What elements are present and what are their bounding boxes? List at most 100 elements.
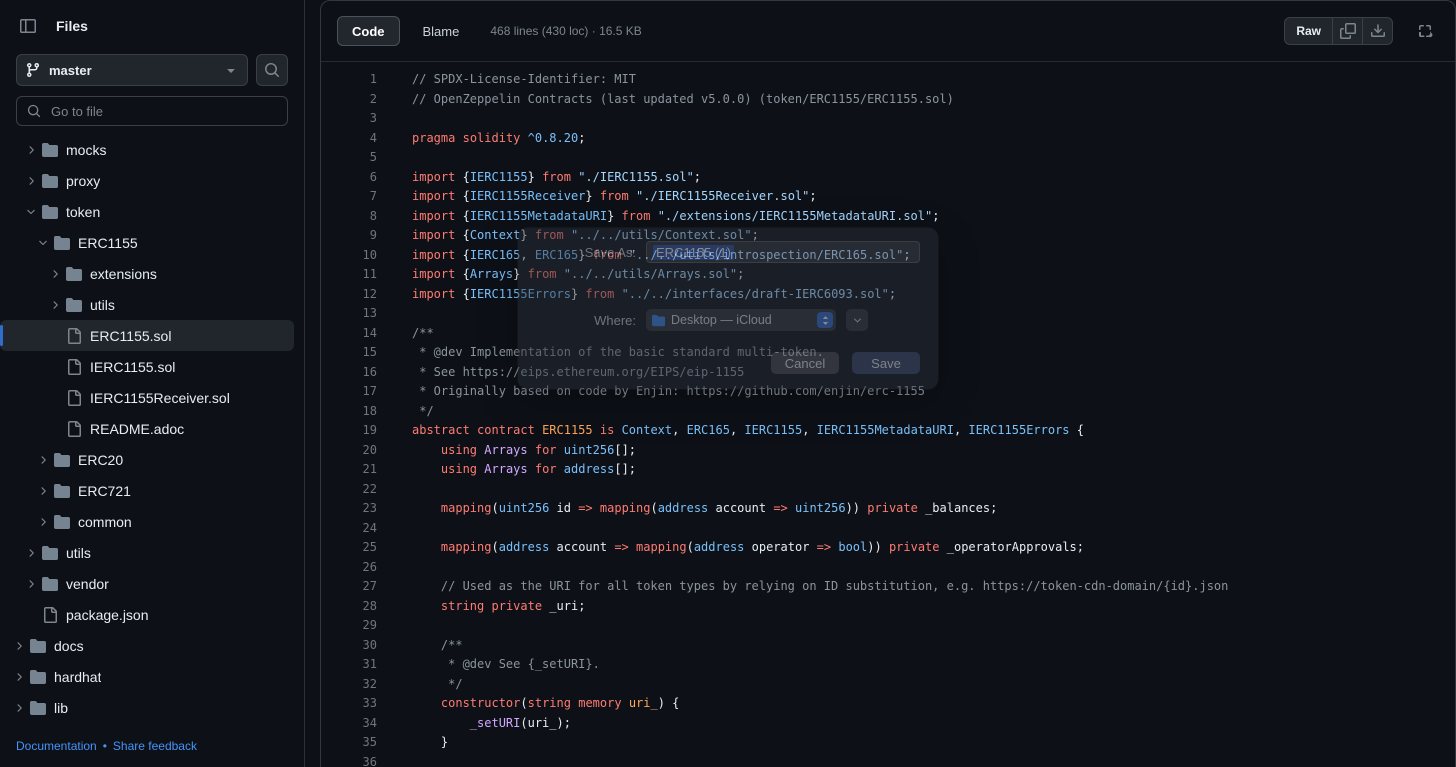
footer-separator: • <box>102 739 107 753</box>
line-number[interactable]: 5 <box>321 148 377 168</box>
tree-file-readme-adoc[interactable]: README.adoc <box>0 413 294 444</box>
where-row: Where: Desktop — iCloud <box>518 309 938 331</box>
line-number[interactable]: 10 <box>321 246 377 266</box>
line-number[interactable]: 21 <box>321 460 377 480</box>
line-content <box>377 480 412 500</box>
line-content <box>377 519 412 539</box>
line-number[interactable]: 3 <box>321 109 377 129</box>
tree-folder-hardhat[interactable]: hardhat <box>0 661 294 692</box>
copy-icon <box>1339 23 1356 39</box>
line-number[interactable]: 27 <box>321 577 377 597</box>
line-content: using Arrays for uint256[]; <box>440 442 637 457</box>
tree-folder-extensions[interactable]: extensions <box>0 258 294 289</box>
line-number[interactable]: 36 <box>321 753 377 767</box>
folder-icon <box>42 173 58 189</box>
tab-code[interactable]: Code <box>337 16 400 46</box>
folder-icon <box>42 576 58 592</box>
line-number[interactable]: 7 <box>321 187 377 207</box>
go-to-file-input[interactable] <box>49 102 277 120</box>
line-number[interactable]: 1 <box>321 70 377 90</box>
tree-file-package-json[interactable]: package.json <box>0 599 294 630</box>
line-number[interactable]: 19 <box>321 421 377 441</box>
line-number[interactable]: 23 <box>321 499 377 519</box>
tree-item-label: ERC1155 <box>78 234 138 251</box>
line-number[interactable]: 15 <box>321 343 377 363</box>
fullscreen-icon <box>1417 23 1433 39</box>
line-number[interactable]: 25 <box>321 538 377 558</box>
line-content: // Used as the URI for all token types b… <box>412 579 1229 593</box>
line-number[interactable]: 13 <box>321 304 377 324</box>
tree-folder-token[interactable]: token <box>0 196 294 227</box>
download-button[interactable] <box>1362 18 1392 44</box>
line-number[interactable]: 11 <box>321 265 377 285</box>
share-feedback-link[interactable]: Share feedback <box>113 739 197 753</box>
tab-blame[interactable]: Blame <box>408 16 475 46</box>
tree-folder-utils[interactable]: utils <box>0 289 294 320</box>
tree-folder-common[interactable]: common <box>0 506 294 537</box>
line-number[interactable]: 17 <box>321 382 377 402</box>
code-line: 26 <box>321 558 1455 578</box>
where-popup[interactable]: Desktop — iCloud <box>646 309 836 331</box>
branch-selector[interactable]: master <box>16 54 248 86</box>
cancel-button[interactable]: Cancel <box>771 352 839 374</box>
disclosure-button[interactable] <box>846 309 868 331</box>
line-number[interactable]: 2 <box>321 90 377 110</box>
tree-item-label: proxy <box>66 172 101 189</box>
line-number[interactable]: 30 <box>321 636 377 656</box>
code-line: 20 using Arrays for uint256[]; <box>321 441 1455 461</box>
code-line: 1 // SPDX-License-Identifier: MIT <box>321 70 1455 90</box>
line-number[interactable]: 26 <box>321 558 377 578</box>
line-number[interactable]: 12 <box>321 285 377 305</box>
documentation-link[interactable]: Documentation <box>16 739 97 753</box>
code-line: 4 pragma solidity ^0.8.20; <box>321 129 1455 149</box>
line-content <box>377 109 412 129</box>
filename-field[interactable]: ERC1155 (1) <box>646 241 920 263</box>
line-number[interactable]: 22 <box>321 480 377 500</box>
fullscreen-button[interactable] <box>1411 17 1439 45</box>
tree-folder-mocks[interactable]: mocks <box>0 134 294 165</box>
line-number[interactable]: 8 <box>321 207 377 227</box>
raw-button[interactable]: Raw <box>1285 18 1332 44</box>
file-icon <box>42 606 58 623</box>
line-number[interactable]: 31 <box>321 655 377 675</box>
line-number[interactable]: 35 <box>321 733 377 753</box>
tree-folder-erc1155[interactable]: ERC1155 <box>0 227 294 258</box>
line-number[interactable]: 34 <box>321 714 377 734</box>
tree-folder-docs[interactable]: docs <box>0 630 294 661</box>
folder-icon <box>42 204 58 220</box>
tree-folder-lib[interactable]: lib <box>0 692 294 723</box>
tree-folder-erc20[interactable]: ERC20 <box>0 444 294 475</box>
tree-file-ierc1155receiver-sol[interactable]: IERC1155Receiver.sol <box>0 382 294 413</box>
line-number[interactable]: 28 <box>321 597 377 617</box>
line-number[interactable]: 9 <box>321 226 377 246</box>
line-content: */ <box>412 403 434 418</box>
collapse-sidebar-button[interactable] <box>12 10 44 42</box>
line-number[interactable]: 20 <box>321 441 377 461</box>
search-button[interactable] <box>256 54 288 86</box>
tree-folder-proxy[interactable]: proxy <box>0 165 294 196</box>
line-number[interactable]: 33 <box>321 694 377 714</box>
tree-item-label: utils <box>66 544 91 561</box>
chevron-right-icon <box>10 638 28 654</box>
line-content <box>377 558 412 578</box>
tree-file-erc1155-sol[interactable]: ERC1155.sol <box>0 320 294 351</box>
line-number[interactable]: 32 <box>321 675 377 695</box>
save-button[interactable]: Save <box>852 352 920 374</box>
tree-folder-erc721[interactable]: ERC721 <box>0 475 294 506</box>
tree-folder-vendor[interactable]: vendor <box>0 568 294 599</box>
chevron-down-icon <box>22 204 40 220</box>
code-line: 3 <box>321 109 1455 129</box>
line-number[interactable]: 29 <box>321 616 377 636</box>
line-number[interactable]: 14 <box>321 324 377 344</box>
line-number[interactable]: 18 <box>321 402 377 422</box>
line-number[interactable]: 4 <box>321 129 377 149</box>
line-content: * @dev See {_setURI}. <box>412 657 600 671</box>
copy-button[interactable] <box>1332 18 1362 44</box>
line-number[interactable]: 24 <box>321 519 377 539</box>
tree-file-ierc1155-sol[interactable]: IERC1155.sol <box>0 351 294 382</box>
tree-folder-utils[interactable]: utils <box>0 537 294 568</box>
line-content: import {IERC1155} from "./IERC1155.sol"; <box>412 169 702 184</box>
line-number[interactable]: 6 <box>321 168 377 188</box>
line-number[interactable]: 16 <box>321 363 377 383</box>
